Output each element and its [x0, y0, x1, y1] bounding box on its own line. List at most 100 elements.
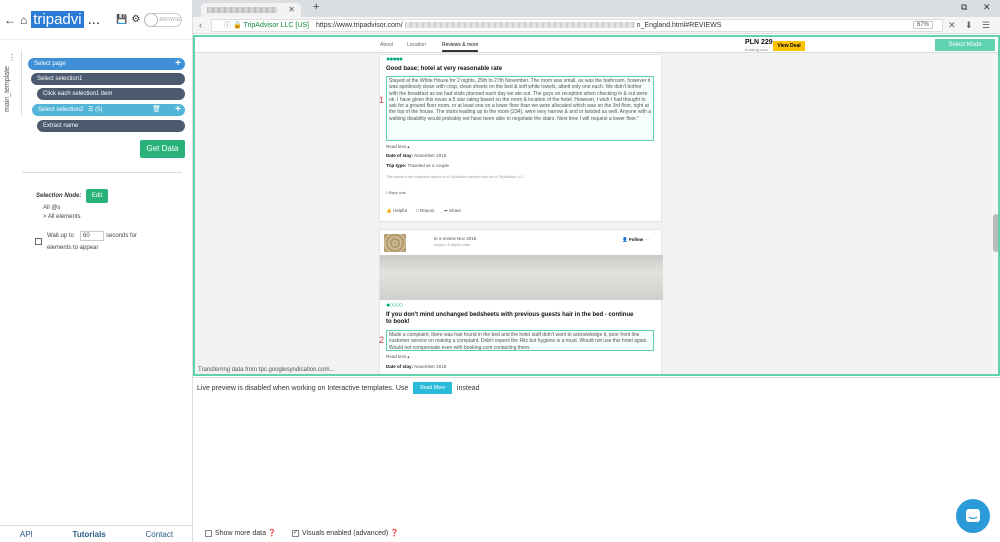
edit-button[interactable]: Edit [86, 189, 108, 203]
reviewer-avatar[interactable] [384, 234, 406, 252]
nav-location[interactable]: Location [407, 42, 426, 48]
zoom-level[interactable]: 67% [913, 21, 934, 29]
show-more-checkbox[interactable] [205, 529, 212, 537]
review-index-2: 2 [379, 335, 385, 345]
read-less-link[interactable]: Read less ▴ [386, 354, 410, 360]
node-extract-name[interactable]: Extract name [37, 120, 185, 132]
close-window-icon[interactable]: ✕ [983, 2, 991, 13]
node-label: Select page [34, 61, 66, 67]
chat-widget-button[interactable] [956, 499, 990, 533]
page-scrollbar[interactable] [992, 57, 998, 374]
follow-button[interactable]: 👤 Follow ⋯ [622, 237, 649, 243]
back-icon[interactable]: ‹ [199, 20, 202, 30]
browse-toggle[interactable]: BROWSE [144, 12, 183, 27]
add-node-icon[interactable]: + [175, 58, 181, 70]
menu-icon[interactable]: ☰ [982, 20, 990, 31]
follow-label: Follow [628, 237, 644, 242]
save-icon[interactable]: 💾 [116, 14, 127, 25]
review-body[interactable]: Made a complaint, there was hair found i… [386, 330, 654, 351]
date-of-stay: Date of stay: November 2018 [386, 364, 446, 369]
preview-message-start: Live preview is disabled when working on… [197, 384, 409, 392]
main-template-tab[interactable]: ⋮ main_template [0, 50, 22, 116]
browse-label: BROWSE [159, 16, 182, 23]
restore-window-icon[interactable]: ⧉ [961, 2, 967, 13]
selection-node-label: Selection Node: [36, 193, 82, 199]
top-bar: ← ⌂ tripadvi ... 💾 ⚙ BROWSE [0, 0, 192, 40]
review-card-1: ●●●●● Good base; hotel at very reasonabl… [379, 54, 662, 222]
trash-icon[interactable]: 🗑 [152, 104, 161, 116]
review-index-1: 1 [379, 95, 385, 105]
security-label: TripAdvisor LLC [US] [243, 22, 309, 29]
close-tab-icon[interactable]: ✕ [288, 5, 295, 14]
url-start: https://www.tripadvisor.com/ [315, 22, 403, 29]
clear-icon[interactable]: ✕ [948, 20, 956, 31]
scrollbar-thumb[interactable] [993, 214, 998, 252]
all-es-text: All @s [43, 205, 61, 211]
price-source: booking.com [745, 47, 768, 52]
bottom-options: Show more data ❓ ✓ Visuals enabled (advan… [193, 525, 1000, 542]
date-of-stay: Date of stay: November 2018 [386, 153, 446, 158]
node-label: Select selection2 [38, 107, 84, 113]
nav-about[interactable]: About [380, 42, 393, 48]
contact-link[interactable]: Contact [146, 530, 174, 539]
home-icon[interactable]: ⌂ [20, 13, 27, 27]
back-arrow-icon[interactable]: ← [4, 13, 16, 27]
left-panel: ← ⌂ tripadvi ... 💾 ⚙ BROWSE ⋮ main_templ… [0, 0, 193, 542]
review-card-2: te a review Nov 2018 london • 8 helpful … [379, 229, 663, 374]
nav-reviews[interactable]: Reviews & more [442, 42, 479, 52]
rating-bubbles: ●○○○○ [386, 302, 403, 309]
select-mode-button[interactable]: Select Mode [935, 39, 995, 51]
review-title[interactable]: Good base; hotel at very reasonable rate [386, 66, 502, 73]
project-title-ellipsis: ... [87, 11, 101, 28]
tutorials-link[interactable]: Tutorials [73, 530, 106, 539]
node-select-page[interactable]: Select page + [28, 58, 185, 70]
url-blurred [404, 22, 635, 29]
repost-button[interactable]: □ Repost [416, 208, 434, 213]
trip-type: Trip type: Traveled as a couple [386, 163, 449, 168]
date-label: Date of stay: [386, 153, 414, 158]
add-node-icon[interactable]: + [175, 104, 181, 116]
trip-label: Trip type: [386, 163, 407, 168]
page-nav: About Location Reviews & more PLN 229 bo… [195, 37, 998, 53]
new-tab-icon[interactable]: + [313, 1, 319, 13]
url-field[interactable]: ⓘ 🔒 TripAdvisor LLC [US] https://www.tri… [211, 19, 943, 32]
gear-icon[interactable]: ⚙ [131, 14, 140, 25]
browser-tab[interactable]: ✕ [201, 3, 301, 17]
review-body[interactable]: Stayed at the White House for 2 nights, … [386, 76, 654, 141]
tab-strip: ✕ + ⧉ ✕ [193, 0, 1000, 17]
view-deal-button[interactable]: View Deal [773, 41, 805, 51]
review-photo[interactable] [380, 255, 663, 300]
review-wrote: te a review Nov 2018 [434, 236, 477, 241]
node-label: Select selection1 [37, 76, 83, 82]
api-link[interactable]: API [20, 530, 33, 539]
read-more-button[interactable]: Read More [413, 382, 452, 394]
node-click-each[interactable]: Click each selection1 item [37, 88, 185, 100]
wait-suffix: seconds for [106, 233, 138, 239]
get-data-button[interactable]: Get Data [140, 140, 185, 158]
download-icon[interactable]: ⬇ [965, 20, 973, 31]
rating-bubbles: ●●●●● [386, 56, 403, 63]
url-end: n_England.html#REVIEWS [636, 22, 722, 29]
read-less-link[interactable]: Read less ▴ [386, 144, 410, 150]
address-bar: ‹ ⓘ 🔒 TripAdvisor LLC [US] https://www.t… [193, 17, 1000, 34]
visuals-checkbox[interactable]: ✓ [292, 529, 299, 537]
wait-line2: elements to appear [47, 245, 99, 251]
project-title[interactable]: tripadvi [31, 11, 84, 28]
node-select-selection1[interactable]: Select selection1 [31, 73, 185, 85]
node-select-selection2[interactable]: Select selection2 ☰ (5) 🗑 + [32, 104, 185, 116]
helpful-label: Helpful [392, 208, 407, 213]
reply-note[interactable]: 1 Reply note [386, 191, 406, 195]
visuals-option[interactable]: ✓ Visuals enabled (advanced) ❓ [292, 529, 399, 537]
wait-seconds-input[interactable]: 60 [80, 231, 104, 241]
loading-status: Transferring data from tpc.googlesyndica… [198, 367, 335, 373]
share-button[interactable]: ➦ Share [444, 208, 461, 214]
date-label: Date of stay: [386, 364, 414, 369]
helpful-button[interactable]: 👍 Helpful [386, 208, 407, 214]
embedded-browser: ✕ + ⧉ ✕ ‹ ⓘ 🔒 TripAdvisor LLC [US] https… [193, 0, 1000, 542]
menu-dots-icon[interactable]: ⋮ [8, 54, 16, 62]
node-count: (5) [95, 107, 103, 113]
show-more-label: Show more data ❓ [215, 530, 277, 537]
review-title[interactable]: If you don't mind unchanged bedsheets wi… [386, 312, 636, 326]
show-more-option[interactable]: Show more data ❓ [205, 529, 277, 537]
wait-checkbox[interactable] [35, 238, 42, 245]
